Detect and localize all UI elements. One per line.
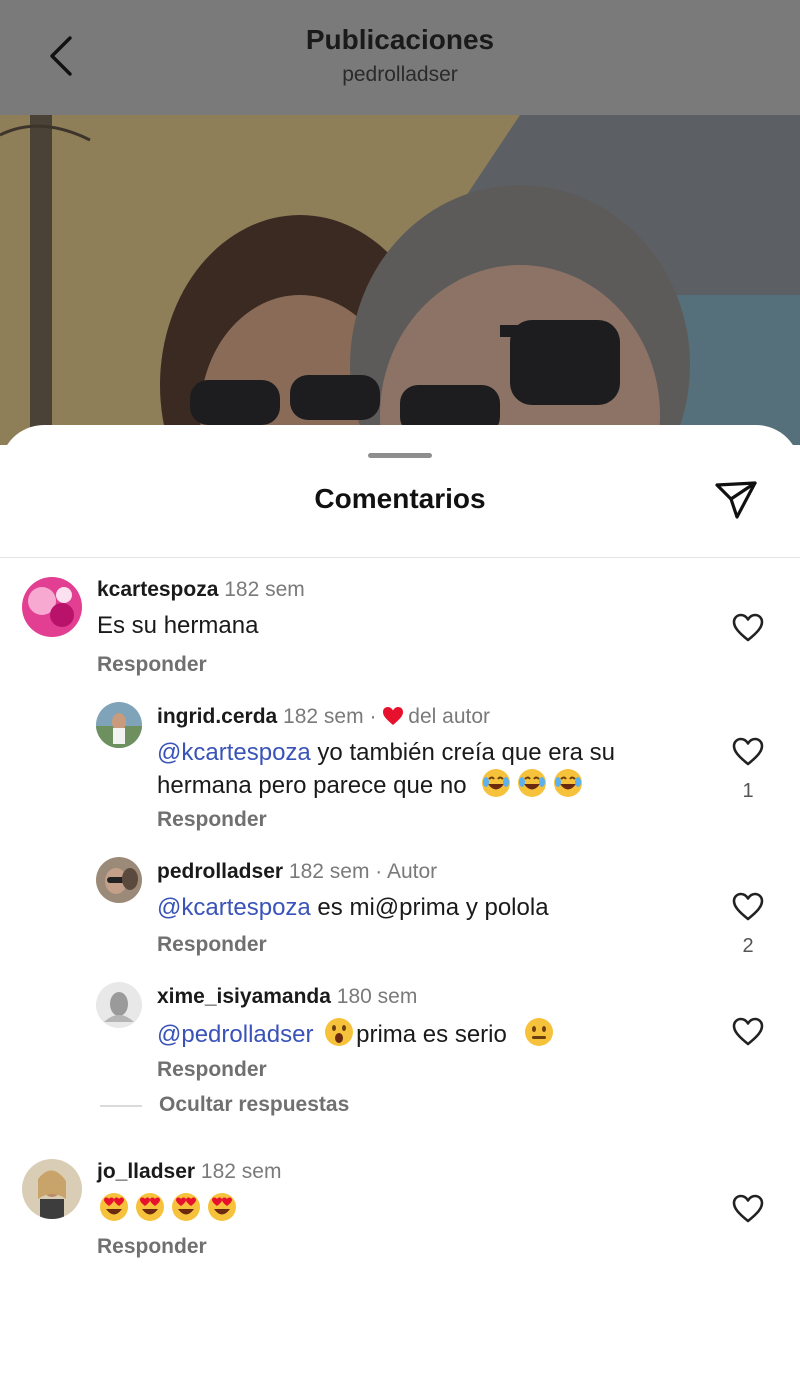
- comment-time: 182 sem: [288, 860, 370, 883]
- comment-text-body: prima es serio: [356, 1021, 507, 1048]
- comment-text: [99, 1192, 243, 1225]
- comment-username[interactable]: ingrid.cerda: [157, 705, 277, 728]
- sheet-title: Comentarios: [314, 483, 486, 514]
- comment-username[interactable]: jo_lladser: [97, 1160, 195, 1183]
- avatar[interactable]: [96, 702, 142, 748]
- comment-reply: pedrolladser 182 sem · Autor @kcartespoz…: [0, 855, 800, 965]
- hushed-face-icon: [325, 1018, 354, 1046]
- author-badge: Autor: [386, 860, 438, 883]
- separator: ·: [369, 705, 377, 728]
- avatar[interactable]: [22, 1159, 82, 1219]
- heart-outline-icon[interactable]: [732, 613, 764, 643]
- avatar[interactable]: [22, 577, 82, 637]
- reply-button[interactable]: Responder: [157, 933, 267, 957]
- comment-username[interactable]: kcartespoza: [97, 578, 218, 601]
- comment-reply: ingrid.cerda 182 sem · del autor @kcarte…: [0, 700, 800, 840]
- comment-time: 180 sem: [336, 985, 418, 1008]
- mention-link[interactable]: @pedrolladser: [157, 1021, 313, 1048]
- comment-username[interactable]: xime_isiyamanda: [157, 985, 331, 1008]
- comment-meta: xime_isiyamanda 180 sem: [157, 984, 417, 1010]
- comment-meta: kcartespoza 182 sem: [97, 577, 305, 603]
- avatar[interactable]: [96, 857, 142, 903]
- heart-eyes-face-icon: [208, 1193, 236, 1221]
- post-header: Publicaciones pedrolladser: [0, 0, 800, 115]
- comment: jo_lladser 182 sem Responder: [0, 1157, 800, 1267]
- post-photo: [0, 115, 800, 445]
- comment-text-body: es mi@prima y pololа: [310, 894, 549, 921]
- comment-meta: ingrid.cerda 182 sem · del autor: [157, 704, 490, 730]
- comment-meta: pedrolladser 182 sem · Autor: [157, 859, 437, 885]
- page-subtitle: pedrolladser: [342, 63, 458, 86]
- comment-text: @kcartespoza yo también creía que era su…: [157, 738, 697, 801]
- separator: ·: [375, 860, 383, 883]
- filter-icon[interactable]: [712, 477, 760, 523]
- page-title: Publicaciones: [305, 24, 495, 55]
- heart-eyes-face-icon: [100, 1193, 128, 1221]
- heart-outline-icon[interactable]: [732, 1017, 764, 1047]
- comment-meta: jo_lladser 182 sem: [97, 1159, 281, 1185]
- heart-outline-icon[interactable]: [732, 737, 764, 767]
- heart-filled-icon: [383, 707, 404, 725]
- face-with-tears-of-joy-icon: [554, 769, 583, 797]
- comment-time: 182 sem: [224, 578, 305, 601]
- mention-link[interactable]: @kcartespoza: [157, 739, 311, 766]
- comment-time: 182 sem: [200, 1160, 282, 1183]
- heart-eyes-face-icon: [136, 1193, 164, 1221]
- heart-eyes-face-icon: [172, 1193, 200, 1221]
- heart-outline-icon[interactable]: [732, 892, 764, 922]
- hide-replies-button[interactable]: Ocultar respuestas: [159, 1093, 349, 1117]
- reply-button[interactable]: Responder: [97, 1235, 207, 1259]
- avatar[interactable]: [96, 982, 142, 1028]
- reply-button[interactable]: Responder: [157, 1058, 267, 1082]
- face-with-tears-of-joy-icon: [482, 769, 511, 797]
- comment-text: @pedrolladser prima es serio: [157, 1017, 560, 1050]
- comment-reply: xime_isiyamanda 180 sem @pedrolladser pr…: [0, 980, 800, 1090]
- sheet-grabber[interactable]: [368, 453, 432, 458]
- reply-button[interactable]: Responder: [157, 808, 267, 832]
- author-like-label: del autor: [408, 705, 491, 728]
- reply-button[interactable]: Responder: [97, 653, 207, 677]
- comment-text: Es su hermana: [97, 612, 259, 639]
- comment: kcartespoza 182 sem Es su hermana Respon…: [0, 575, 800, 685]
- comment-time: 182 sem: [283, 705, 364, 728]
- hide-replies-line: [100, 1105, 142, 1107]
- like-count: 1: [742, 780, 754, 802]
- comment-username[interactable]: pedrolladser: [157, 860, 283, 883]
- divider: [0, 557, 800, 558]
- comment-text: @kcartespoza es mi@prima y pololа: [157, 893, 549, 923]
- comments-sheet: Comentarios kcartespoza 182 sem Es su he…: [0, 425, 800, 1391]
- face-with-tears-of-joy-icon: [518, 769, 547, 797]
- comment-text-line1: yo también creía que era su: [310, 739, 615, 766]
- heart-outline-icon[interactable]: [732, 1194, 764, 1224]
- mention-link[interactable]: @kcartespoza: [157, 894, 311, 921]
- comment-text-line2: hermana pero parece que no: [157, 772, 467, 799]
- like-count: 2: [742, 935, 754, 957]
- neutral-face-icon: [524, 1018, 553, 1046]
